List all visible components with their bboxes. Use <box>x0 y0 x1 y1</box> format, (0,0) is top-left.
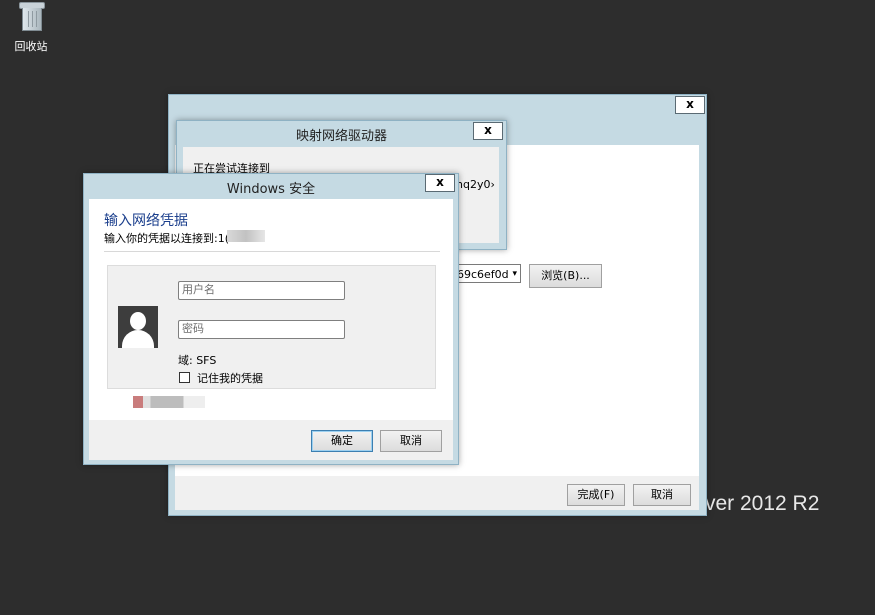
os-branding-text: ver 2012 R2 <box>705 492 820 515</box>
checkbox-icon[interactable] <box>179 372 190 383</box>
finish-button[interactable]: 完成(F) <box>567 484 625 506</box>
recycle-bin[interactable]: 回收站 <box>8 0 54 54</box>
credential-tile: 域: SFS 记住我的凭据 <box>107 265 436 389</box>
dropdown-arrow-icon: ▾ <box>512 269 517 279</box>
password-field[interactable] <box>178 320 345 339</box>
close-icon[interactable]: x <box>675 96 705 114</box>
credentials-dialog: Windows 安全 x 输入网络凭据 输入你的凭据以连接到:1( 域: SFS… <box>83 173 459 465</box>
user-avatar-icon <box>118 306 158 348</box>
connecting-target: hq2y0› <box>456 178 495 191</box>
credentials-footer: 确定 取消 <box>89 420 453 460</box>
credentials-heading: 输入网络凭据 <box>104 213 188 229</box>
close-icon[interactable]: x <box>425 174 455 192</box>
redacted-address <box>227 230 265 242</box>
folder-select-value: 69c6ef0d <box>457 268 509 281</box>
wizard-footer: 完成(F) 取消 <box>175 476 699 510</box>
progress-dialog-title: 映射网络驱动器 <box>295 129 387 144</box>
recycle-bin-icon <box>18 0 45 32</box>
folder-select[interactable]: 69c6ef0d ▾ <box>453 264 521 283</box>
username-field[interactable] <box>178 281 345 300</box>
credentials-body: 输入网络凭据 输入你的凭据以连接到:1( 域: SFS 记住我的凭据 <box>89 199 453 420</box>
ok-button[interactable]: 确定 <box>311 430 373 452</box>
domain-label: 域: SFS <box>178 354 217 367</box>
redacted-account <box>133 396 205 408</box>
wizard-cancel-button[interactable]: 取消 <box>633 484 691 506</box>
browse-button[interactable]: 浏览(B)... <box>529 264 602 288</box>
credentials-cancel-button[interactable]: 取消 <box>380 430 442 452</box>
credentials-subheading: 输入你的凭据以连接到:1( <box>104 232 229 245</box>
close-icon[interactable]: x <box>473 122 503 140</box>
remember-credentials-label[interactable]: 记住我的凭据 <box>197 370 263 386</box>
recycle-bin-label: 回收站 <box>14 40 48 53</box>
divider <box>104 251 440 252</box>
credentials-dialog-title: Windows 安全 <box>226 182 316 197</box>
